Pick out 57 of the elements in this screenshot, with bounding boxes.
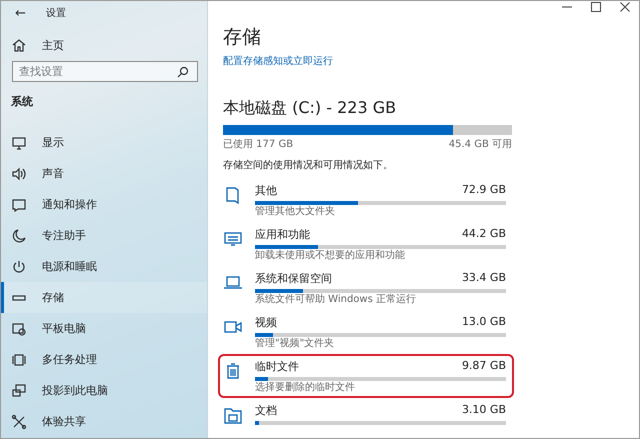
nav-item[interactable]: 显示 xyxy=(1,127,207,158)
category-description: 选择要删除的临时文件 xyxy=(255,382,356,394)
storage-category-item[interactable]: 视频 13.0 GB 管理"视频"文件夹 xyxy=(218,310,514,354)
storage-category-item[interactable]: 应用和功能 44.2 GB 卸载未使用或不想要的应用和功能 xyxy=(218,222,514,266)
category-size: 33.4 GB xyxy=(462,271,506,286)
monitor-icon xyxy=(11,134,27,150)
free-space-label: 45.4 GB 可用 xyxy=(448,138,512,151)
nav-item[interactable]: 通知和操作 xyxy=(1,189,207,220)
used-space-label: 已使用 177 GB xyxy=(223,138,294,151)
storage-sense-link[interactable]: 配置存储感知或立即运行 xyxy=(223,54,639,68)
storage-category-item[interactable]: 临时文件 9.87 GB 选择要删除的临时文件 xyxy=(218,354,514,398)
category-description: 管理"视频"文件夹 xyxy=(255,338,336,350)
nav-item[interactable]: 存储 xyxy=(1,282,207,313)
home-nav-item[interactable]: 主页 xyxy=(1,25,207,61)
disk-heading: 本地磁盘 (C:) - 223 GB xyxy=(223,98,398,119)
projection-icon xyxy=(11,382,27,398)
nav-item[interactable]: 声音 xyxy=(1,158,207,189)
category-size: 9.87 GB xyxy=(462,359,506,374)
category-size: 13.0 GB xyxy=(462,315,506,330)
tablet-icon xyxy=(11,320,27,336)
share-icon xyxy=(11,414,27,430)
category-name: 视频 xyxy=(255,315,277,330)
page-title: 存储 xyxy=(223,25,262,50)
section-heading: 系统 xyxy=(10,94,34,110)
category-name: 文档 xyxy=(255,403,277,418)
category-description: 管理其他大文件夹 xyxy=(255,206,336,218)
home-icon xyxy=(11,37,27,53)
nav-item[interactable]: 体验共享 xyxy=(1,406,207,437)
close-icon xyxy=(620,2,630,12)
windows-icon xyxy=(11,352,27,368)
category-description: 系统文件可帮助 Windows 正常运行 xyxy=(255,294,417,306)
category-name: 应用和功能 xyxy=(255,227,310,242)
window-title: 设置 xyxy=(46,6,66,20)
nav-item[interactable]: 多任务处理 xyxy=(1,344,207,375)
storage-description: 存储空间的使用情况和可用情况如下。 xyxy=(223,158,394,172)
nav-item[interactable]: 平板电脑 xyxy=(1,313,207,344)
search-field[interactable]: 查找设置 xyxy=(12,61,198,82)
power-icon xyxy=(11,258,27,274)
category-size: 72.9 GB xyxy=(462,183,506,198)
nav-item[interactable]: 专注助手 xyxy=(1,220,207,251)
moon-icon xyxy=(11,228,27,244)
search-icon xyxy=(177,66,189,78)
maximize-icon xyxy=(590,2,600,12)
category-name: 系统和保留空间 xyxy=(255,271,332,286)
message-icon xyxy=(11,196,27,212)
category-size: 3.10 GB xyxy=(462,403,506,418)
storage-category-item[interactable]: 系统和保留空间 33.4 GB 系统文件可帮助 Windows 正常运行 xyxy=(218,266,514,310)
category-name: 其他 xyxy=(255,183,277,198)
back-button[interactable]: ← xyxy=(11,6,30,20)
storage-category-item[interactable]: 文档 3.10 GB xyxy=(218,398,514,438)
storage-category-item[interactable]: 其他 72.9 GB 管理其他大文件夹 xyxy=(218,178,514,222)
category-name: 临时文件 xyxy=(255,359,299,374)
speaker-icon xyxy=(11,166,27,182)
nav-item[interactable]: 投影到此电脑 xyxy=(1,375,207,406)
category-description: 卸载未使用或不想要的应用和功能 xyxy=(255,250,406,262)
category-size: 44.2 GB xyxy=(462,227,506,242)
nav-item[interactable]: 电源和睡眠 xyxy=(1,251,207,282)
